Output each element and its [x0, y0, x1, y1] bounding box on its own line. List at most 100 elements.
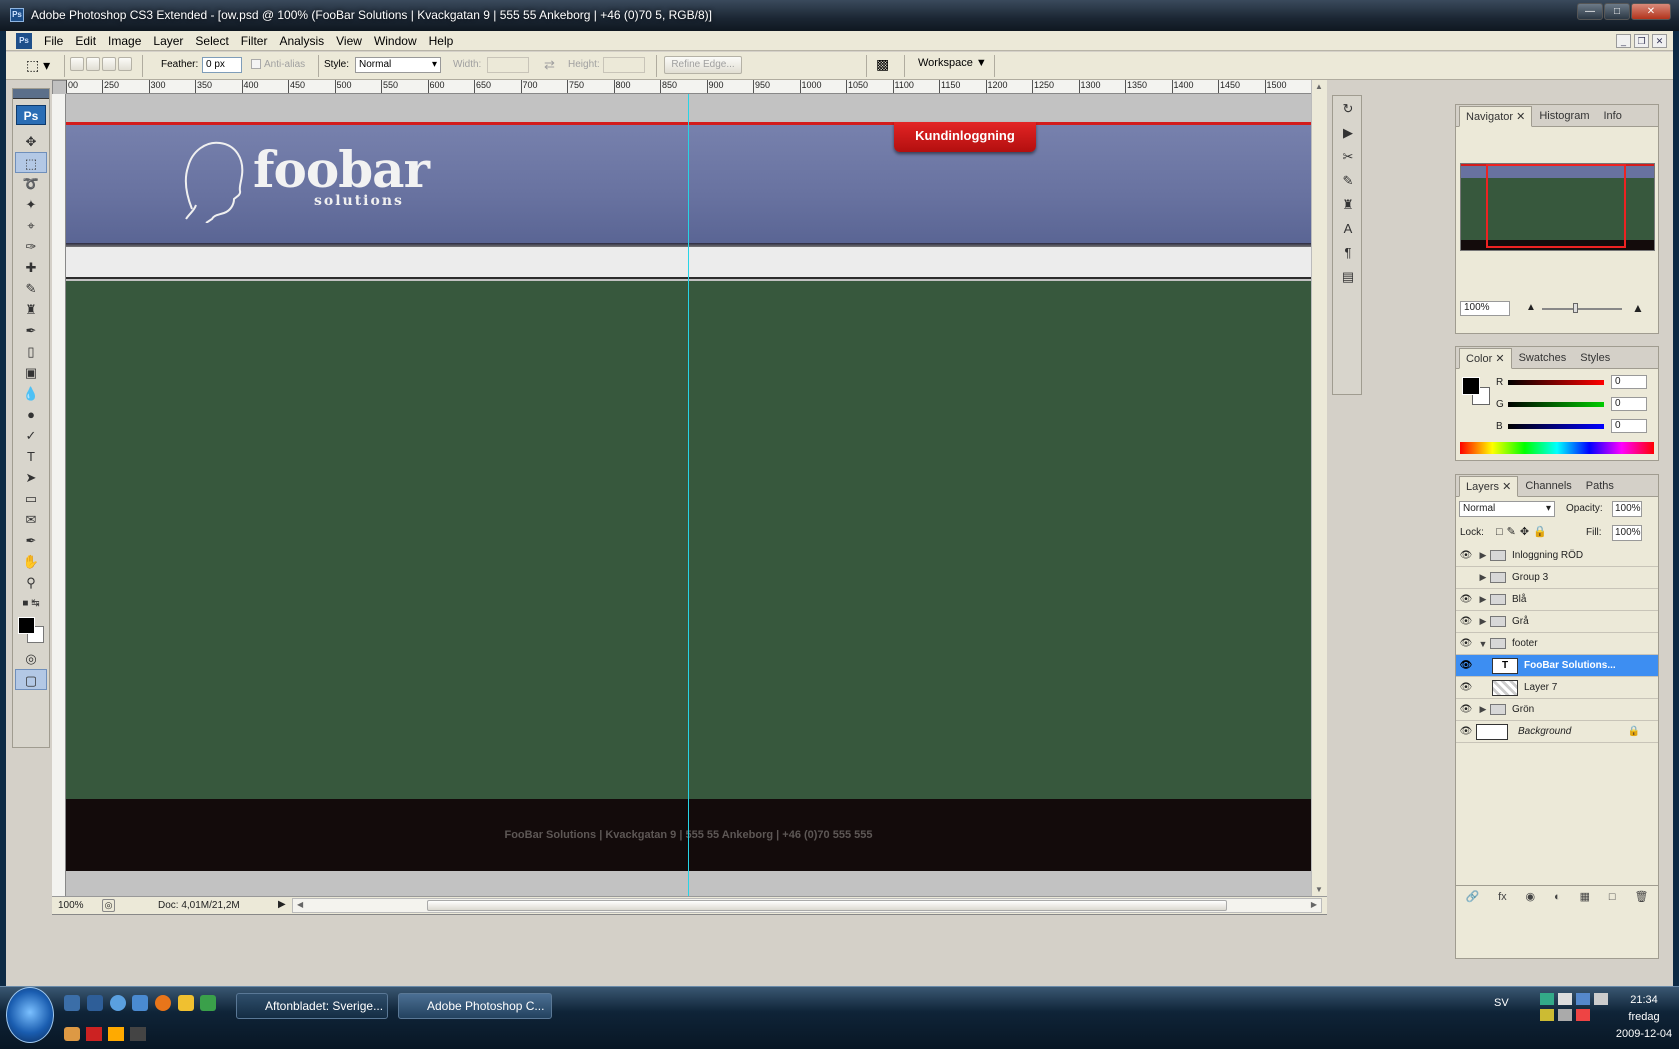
- vertical-scrollbar[interactable]: ▲ ▼: [1311, 80, 1327, 896]
- internet-explorer-icon[interactable]: [110, 995, 126, 1011]
- history-brush-tool-icon[interactable]: ✒: [15, 320, 47, 341]
- foreground-color-swatch[interactable]: [18, 617, 35, 634]
- layer-row[interactable]: 👁 Layer 7: [1456, 677, 1658, 699]
- zoom-in-icon[interactable]: ▲: [1632, 301, 1644, 315]
- r-input[interactable]: 0: [1611, 375, 1647, 389]
- new-group-icon[interactable]: ▦: [1580, 890, 1590, 903]
- layer-row[interactable]: 👁 ▼ footer: [1456, 633, 1658, 655]
- zoom-slider-thumb[interactable]: [1573, 303, 1578, 313]
- opacity-input[interactable]: 100%: [1612, 501, 1642, 517]
- start-button[interactable]: [6, 987, 54, 1043]
- actions-panel-icon[interactable]: ▶: [1335, 122, 1361, 144]
- layer-row-selected[interactable]: 👁 T FooBar Solutions...: [1456, 655, 1658, 677]
- quicklaunch-app-icon[interactable]: [132, 995, 148, 1011]
- character-panel-icon[interactable]: A: [1335, 218, 1361, 240]
- rectangle-tool-icon[interactable]: ▭: [15, 488, 47, 509]
- add-selection-icon[interactable]: [86, 57, 100, 71]
- b-input[interactable]: 0: [1611, 419, 1647, 433]
- brush-tool-icon[interactable]: ✎: [15, 278, 47, 299]
- adjustment-layer-icon[interactable]: ◐: [1554, 891, 1561, 903]
- delete-layer-icon[interactable]: 🗑: [1634, 890, 1648, 903]
- tab-color[interactable]: Color ✕: [1459, 348, 1512, 369]
- hand-tool-icon[interactable]: ✋: [15, 551, 47, 572]
- width-input[interactable]: [487, 57, 529, 73]
- pen-tool-icon[interactable]: ✓: [15, 425, 47, 446]
- expand-arrow-icon[interactable]: ▶: [1476, 572, 1490, 583]
- zoom-tool-icon[interactable]: ⚲: [15, 572, 47, 593]
- screen-mode-icon[interactable]: ▢: [15, 669, 47, 690]
- layer-row[interactable]: 👁 ▶ Grön: [1456, 699, 1658, 721]
- magic-wand-tool-icon[interactable]: ✦: [15, 194, 47, 215]
- quicklaunch-app-icon[interactable]: [64, 1027, 80, 1041]
- height-input[interactable]: [603, 57, 645, 73]
- firefox-icon[interactable]: [155, 995, 171, 1011]
- fill-input[interactable]: 100%: [1612, 525, 1642, 541]
- filezilla-icon[interactable]: [86, 1027, 102, 1041]
- tray-app-icon[interactable]: [1594, 993, 1608, 1005]
- bridge-icon[interactable]: ▩: [876, 56, 889, 73]
- menu-filter[interactable]: Filter: [235, 34, 274, 48]
- move-tool-icon[interactable]: ✥: [15, 131, 47, 152]
- tray-app-icon[interactable]: [1576, 993, 1590, 1005]
- blend-mode-select[interactable]: Normal ▾: [1459, 501, 1555, 517]
- menu-window[interactable]: Window: [368, 34, 423, 48]
- marquee-preset-icon[interactable]: ⬚ ▾: [26, 56, 58, 74]
- color-fg-swatch[interactable]: [1462, 377, 1480, 395]
- healing-brush-tool-icon[interactable]: ✚: [15, 257, 47, 278]
- eye-icon[interactable]: 👁: [1456, 704, 1476, 715]
- layer-row[interactable]: 👁 ▶ Inloggning RÖD: [1456, 545, 1658, 567]
- status-menu-arrow-icon[interactable]: ▶: [278, 899, 286, 910]
- style-select[interactable]: Normal ▾: [355, 57, 441, 73]
- vertical-ruler[interactable]: [52, 94, 66, 896]
- eye-icon[interactable]: 👁: [1456, 660, 1476, 671]
- new-layer-icon[interactable]: □: [1609, 891, 1616, 903]
- history-panel-icon[interactable]: ↻: [1335, 98, 1361, 120]
- marquee-tool-icon[interactable]: ⬚: [15, 152, 47, 173]
- layer-comps-icon[interactable]: ▤: [1335, 266, 1361, 288]
- zoom-level[interactable]: 100%: [58, 900, 84, 911]
- feather-input[interactable]: 0 px: [202, 57, 242, 73]
- menu-view[interactable]: View: [330, 34, 368, 48]
- doc-restore-button[interactable]: ❐: [1634, 33, 1649, 48]
- eye-icon[interactable]: 👁: [1456, 594, 1476, 605]
- doc-size[interactable]: Doc: 4,01M/21,2M: [158, 900, 240, 911]
- view-box[interactable]: [1486, 164, 1626, 248]
- tab-swatches[interactable]: Swatches: [1512, 348, 1574, 368]
- layer-style-icon[interactable]: fx: [1498, 891, 1507, 903]
- show-desktop-icon[interactable]: [64, 995, 80, 1011]
- paragraph-panel-icon[interactable]: ¶: [1335, 242, 1361, 264]
- tool-presets-icon[interactable]: ✂: [1335, 146, 1361, 168]
- tools-panel-header[interactable]: [13, 89, 49, 99]
- type-tool-icon[interactable]: T: [15, 446, 47, 467]
- color-ramp[interactable]: [1460, 442, 1654, 454]
- lock-options-icons[interactable]: □✎✥🔒: [1496, 525, 1551, 538]
- vertical-guide[interactable]: [688, 94, 689, 896]
- close-button[interactable]: ✕: [1631, 3, 1671, 20]
- g-input[interactable]: 0: [1611, 397, 1647, 411]
- tray-app-icon[interactable]: [1540, 1009, 1554, 1021]
- menu-analysis[interactable]: Analysis: [273, 34, 330, 48]
- layer-row[interactable]: ▶ Group 3: [1456, 567, 1658, 589]
- media-player-icon[interactable]: [108, 1027, 124, 1041]
- menu-layer[interactable]: Layer: [147, 34, 189, 48]
- eye-icon[interactable]: 👁: [1456, 616, 1476, 627]
- zoom-out-icon[interactable]: ▲: [1526, 302, 1536, 313]
- clone-source-icon[interactable]: ♜: [1335, 194, 1361, 216]
- slice-tool-icon[interactable]: ✑: [15, 236, 47, 257]
- brushes-panel-icon[interactable]: ✎: [1335, 170, 1361, 192]
- photoshop-menu-icon[interactable]: Ps: [16, 32, 32, 49]
- tab-paths[interactable]: Paths: [1579, 476, 1621, 496]
- refine-edge-button[interactable]: Refine Edge...: [664, 56, 742, 74]
- expand-arrow-icon[interactable]: ▶: [1476, 550, 1490, 561]
- menu-select[interactable]: Select: [189, 34, 234, 48]
- workspace-button[interactable]: Workspace ▼: [918, 57, 987, 69]
- navigator-zoom-input[interactable]: 100%: [1460, 301, 1510, 316]
- volume-icon[interactable]: [1576, 1009, 1590, 1021]
- b-slider[interactable]: [1508, 424, 1604, 429]
- layer-row[interactable]: 👁 Background 🔒: [1456, 721, 1658, 743]
- tray-app-icon[interactable]: [1558, 1009, 1572, 1021]
- g-slider[interactable]: [1508, 402, 1604, 407]
- tray-app-icon[interactable]: [1558, 993, 1572, 1005]
- swap-colors-icon[interactable]: ■ ↹: [15, 593, 47, 614]
- tab-channels[interactable]: Channels: [1518, 476, 1578, 496]
